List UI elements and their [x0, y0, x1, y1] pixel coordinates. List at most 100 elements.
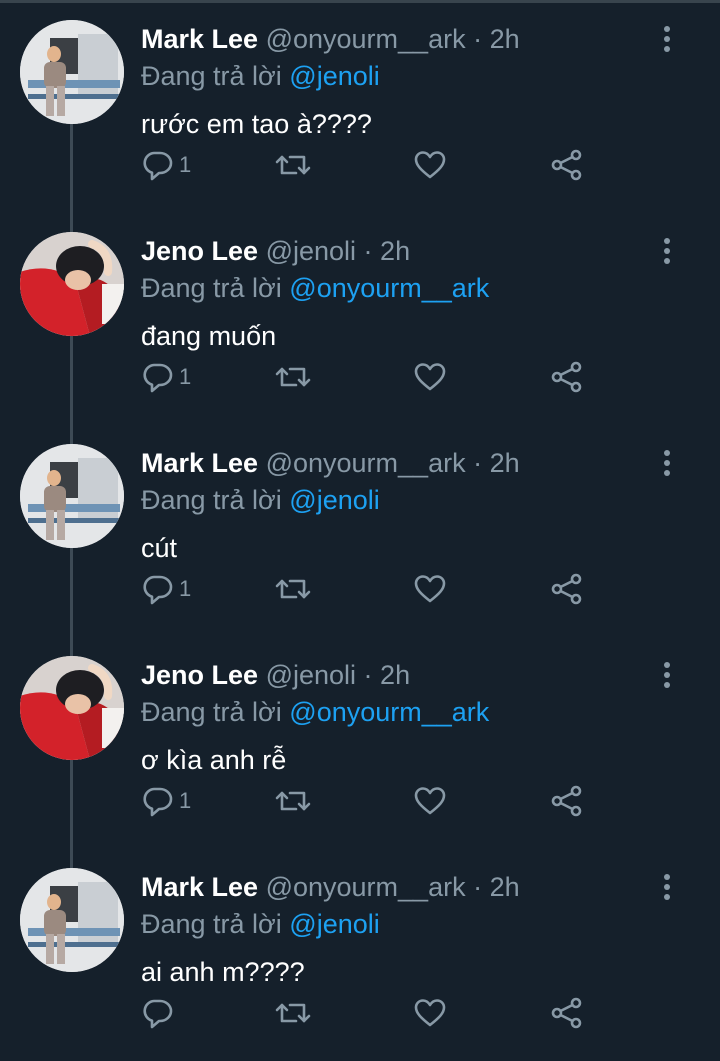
- username-handle[interactable]: @jenoli: [266, 660, 356, 690]
- like-button[interactable]: [413, 781, 447, 821]
- replying-to-label: Đang trả lời: [141, 909, 282, 939]
- like-icon: [414, 151, 446, 179]
- separator-dot: ·: [363, 236, 373, 266]
- reply-icon: [143, 999, 173, 1029]
- reply-to-mention-link[interactable]: @jenoli: [289, 61, 379, 91]
- tweet[interactable]: Jeno Lee @jenoli · 2h Đang trả lời @onyo…: [0, 636, 720, 847]
- share-button[interactable]: [550, 569, 584, 609]
- more-options-button[interactable]: [655, 24, 679, 54]
- reply-to-mention-link[interactable]: @onyourm__ark: [289, 697, 489, 727]
- avatar[interactable]: [20, 444, 124, 548]
- username-handle[interactable]: @onyourm__ark: [266, 448, 466, 478]
- retweet-icon: [275, 155, 311, 175]
- tweet-actions: 1: [0, 569, 720, 609]
- separator-dot: ·: [363, 660, 373, 690]
- avatar[interactable]: [20, 20, 124, 124]
- reply-button[interactable]: 1: [141, 781, 201, 821]
- reply-icon: [143, 363, 173, 393]
- replying-to-label: Đang trả lời: [141, 697, 282, 727]
- tweet-actions: 1: [0, 781, 720, 821]
- share-button[interactable]: [550, 781, 584, 821]
- share-icon: [551, 997, 582, 1029]
- tweet-text: đang muốn: [141, 321, 277, 351]
- username-handle[interactable]: @jenoli: [266, 236, 356, 266]
- timestamp[interactable]: 2h: [490, 24, 520, 54]
- timestamp[interactable]: 2h: [380, 660, 410, 690]
- share-icon: [551, 573, 582, 605]
- replying-to: Đang trả lời @jenoli: [141, 58, 380, 94]
- retweet-icon: [275, 367, 311, 387]
- tweet-actions: 1: [0, 357, 720, 397]
- timestamp[interactable]: 2h: [380, 236, 410, 266]
- avatar[interactable]: [20, 868, 124, 972]
- tweet-text: rước em tao à????: [141, 109, 372, 139]
- separator-dot: ·: [473, 448, 483, 478]
- more-options-button[interactable]: [655, 660, 679, 690]
- reply-to-mention-link[interactable]: @onyourm__ark: [289, 273, 489, 303]
- username-handle[interactable]: @onyourm__ark: [266, 872, 466, 902]
- avatar[interactable]: [20, 232, 124, 336]
- share-button[interactable]: [550, 145, 584, 185]
- reply-button[interactable]: 1: [141, 357, 201, 397]
- retweet-button[interactable]: [274, 145, 314, 185]
- retweet-button[interactable]: [274, 357, 314, 397]
- retweet-icon: [275, 579, 311, 599]
- tweet-text: cút: [141, 533, 178, 563]
- tweet-header: Jeno Lee @jenoli · 2h: [141, 233, 410, 269]
- tweet-header: Mark Lee @onyourm__ark · 2h: [141, 445, 520, 481]
- separator-dot: ·: [473, 24, 483, 54]
- tweet[interactable]: Mark Lee @onyourm__ark · 2h Đang trả lời…: [0, 424, 720, 635]
- tweet[interactable]: Mark Lee @onyourm__ark · 2h Đang trả lời…: [0, 848, 720, 1059]
- share-icon: [551, 361, 582, 393]
- like-icon: [414, 575, 446, 603]
- more-options-button[interactable]: [655, 236, 679, 266]
- tweet[interactable]: Mark Lee @onyourm__ark · 2h Đang trả lời…: [0, 0, 720, 211]
- retweet-button[interactable]: [274, 569, 314, 609]
- like-icon: [414, 363, 446, 391]
- tweet-header: Mark Lee @onyourm__ark · 2h: [141, 869, 520, 905]
- retweet-button[interactable]: [274, 993, 314, 1033]
- like-button[interactable]: [413, 993, 447, 1033]
- like-button[interactable]: [413, 145, 447, 185]
- more-options-button[interactable]: [655, 448, 679, 478]
- reply-button[interactable]: [141, 993, 201, 1033]
- reply-count: 1: [179, 788, 192, 813]
- username-handle[interactable]: @onyourm__ark: [266, 24, 466, 54]
- like-button[interactable]: [413, 569, 447, 609]
- replying-to-label: Đang trả lời: [141, 61, 282, 91]
- reply-button[interactable]: 1: [141, 145, 201, 185]
- replying-to: Đang trả lời @jenoli: [141, 482, 380, 518]
- share-button[interactable]: [550, 993, 584, 1033]
- display-name[interactable]: Jeno Lee: [141, 236, 258, 266]
- reply-to-mention-link[interactable]: @jenoli: [289, 909, 379, 939]
- replying-to: Đang trả lời @onyourm__ark: [141, 270, 489, 306]
- display-name[interactable]: Mark Lee: [141, 24, 258, 54]
- like-button[interactable]: [413, 357, 447, 397]
- tweet-header: Jeno Lee @jenoli · 2h: [141, 657, 410, 693]
- retweet-button[interactable]: [274, 781, 314, 821]
- share-button[interactable]: [550, 357, 584, 397]
- share-icon: [551, 149, 582, 181]
- tweet[interactable]: Jeno Lee @jenoli · 2h Đang trả lời @onyo…: [0, 212, 720, 423]
- replying-to-label: Đang trả lời: [141, 485, 282, 515]
- timestamp[interactable]: 2h: [490, 872, 520, 902]
- tweet-actions: 1: [0, 145, 720, 185]
- reply-icon: [143, 151, 173, 181]
- reply-count: 1: [179, 364, 192, 389]
- reply-button[interactable]: 1: [141, 569, 201, 609]
- tweet-actions: [0, 993, 720, 1033]
- display-name[interactable]: Mark Lee: [141, 872, 258, 902]
- more-options-button[interactable]: [655, 872, 679, 902]
- replying-to-label: Đang trả lời: [141, 273, 282, 303]
- separator-dot: ·: [473, 872, 483, 902]
- display-name[interactable]: Mark Lee: [141, 448, 258, 478]
- reply-count: 1: [179, 576, 192, 601]
- like-icon: [414, 999, 446, 1027]
- display-name[interactable]: Jeno Lee: [141, 660, 258, 690]
- reply-to-mention-link[interactable]: @jenoli: [289, 485, 379, 515]
- replying-to: Đang trả lời @onyourm__ark: [141, 694, 489, 730]
- avatar[interactable]: [20, 656, 124, 760]
- reply-icon: [143, 575, 173, 605]
- like-icon: [414, 787, 446, 815]
- timestamp[interactable]: 2h: [490, 448, 520, 478]
